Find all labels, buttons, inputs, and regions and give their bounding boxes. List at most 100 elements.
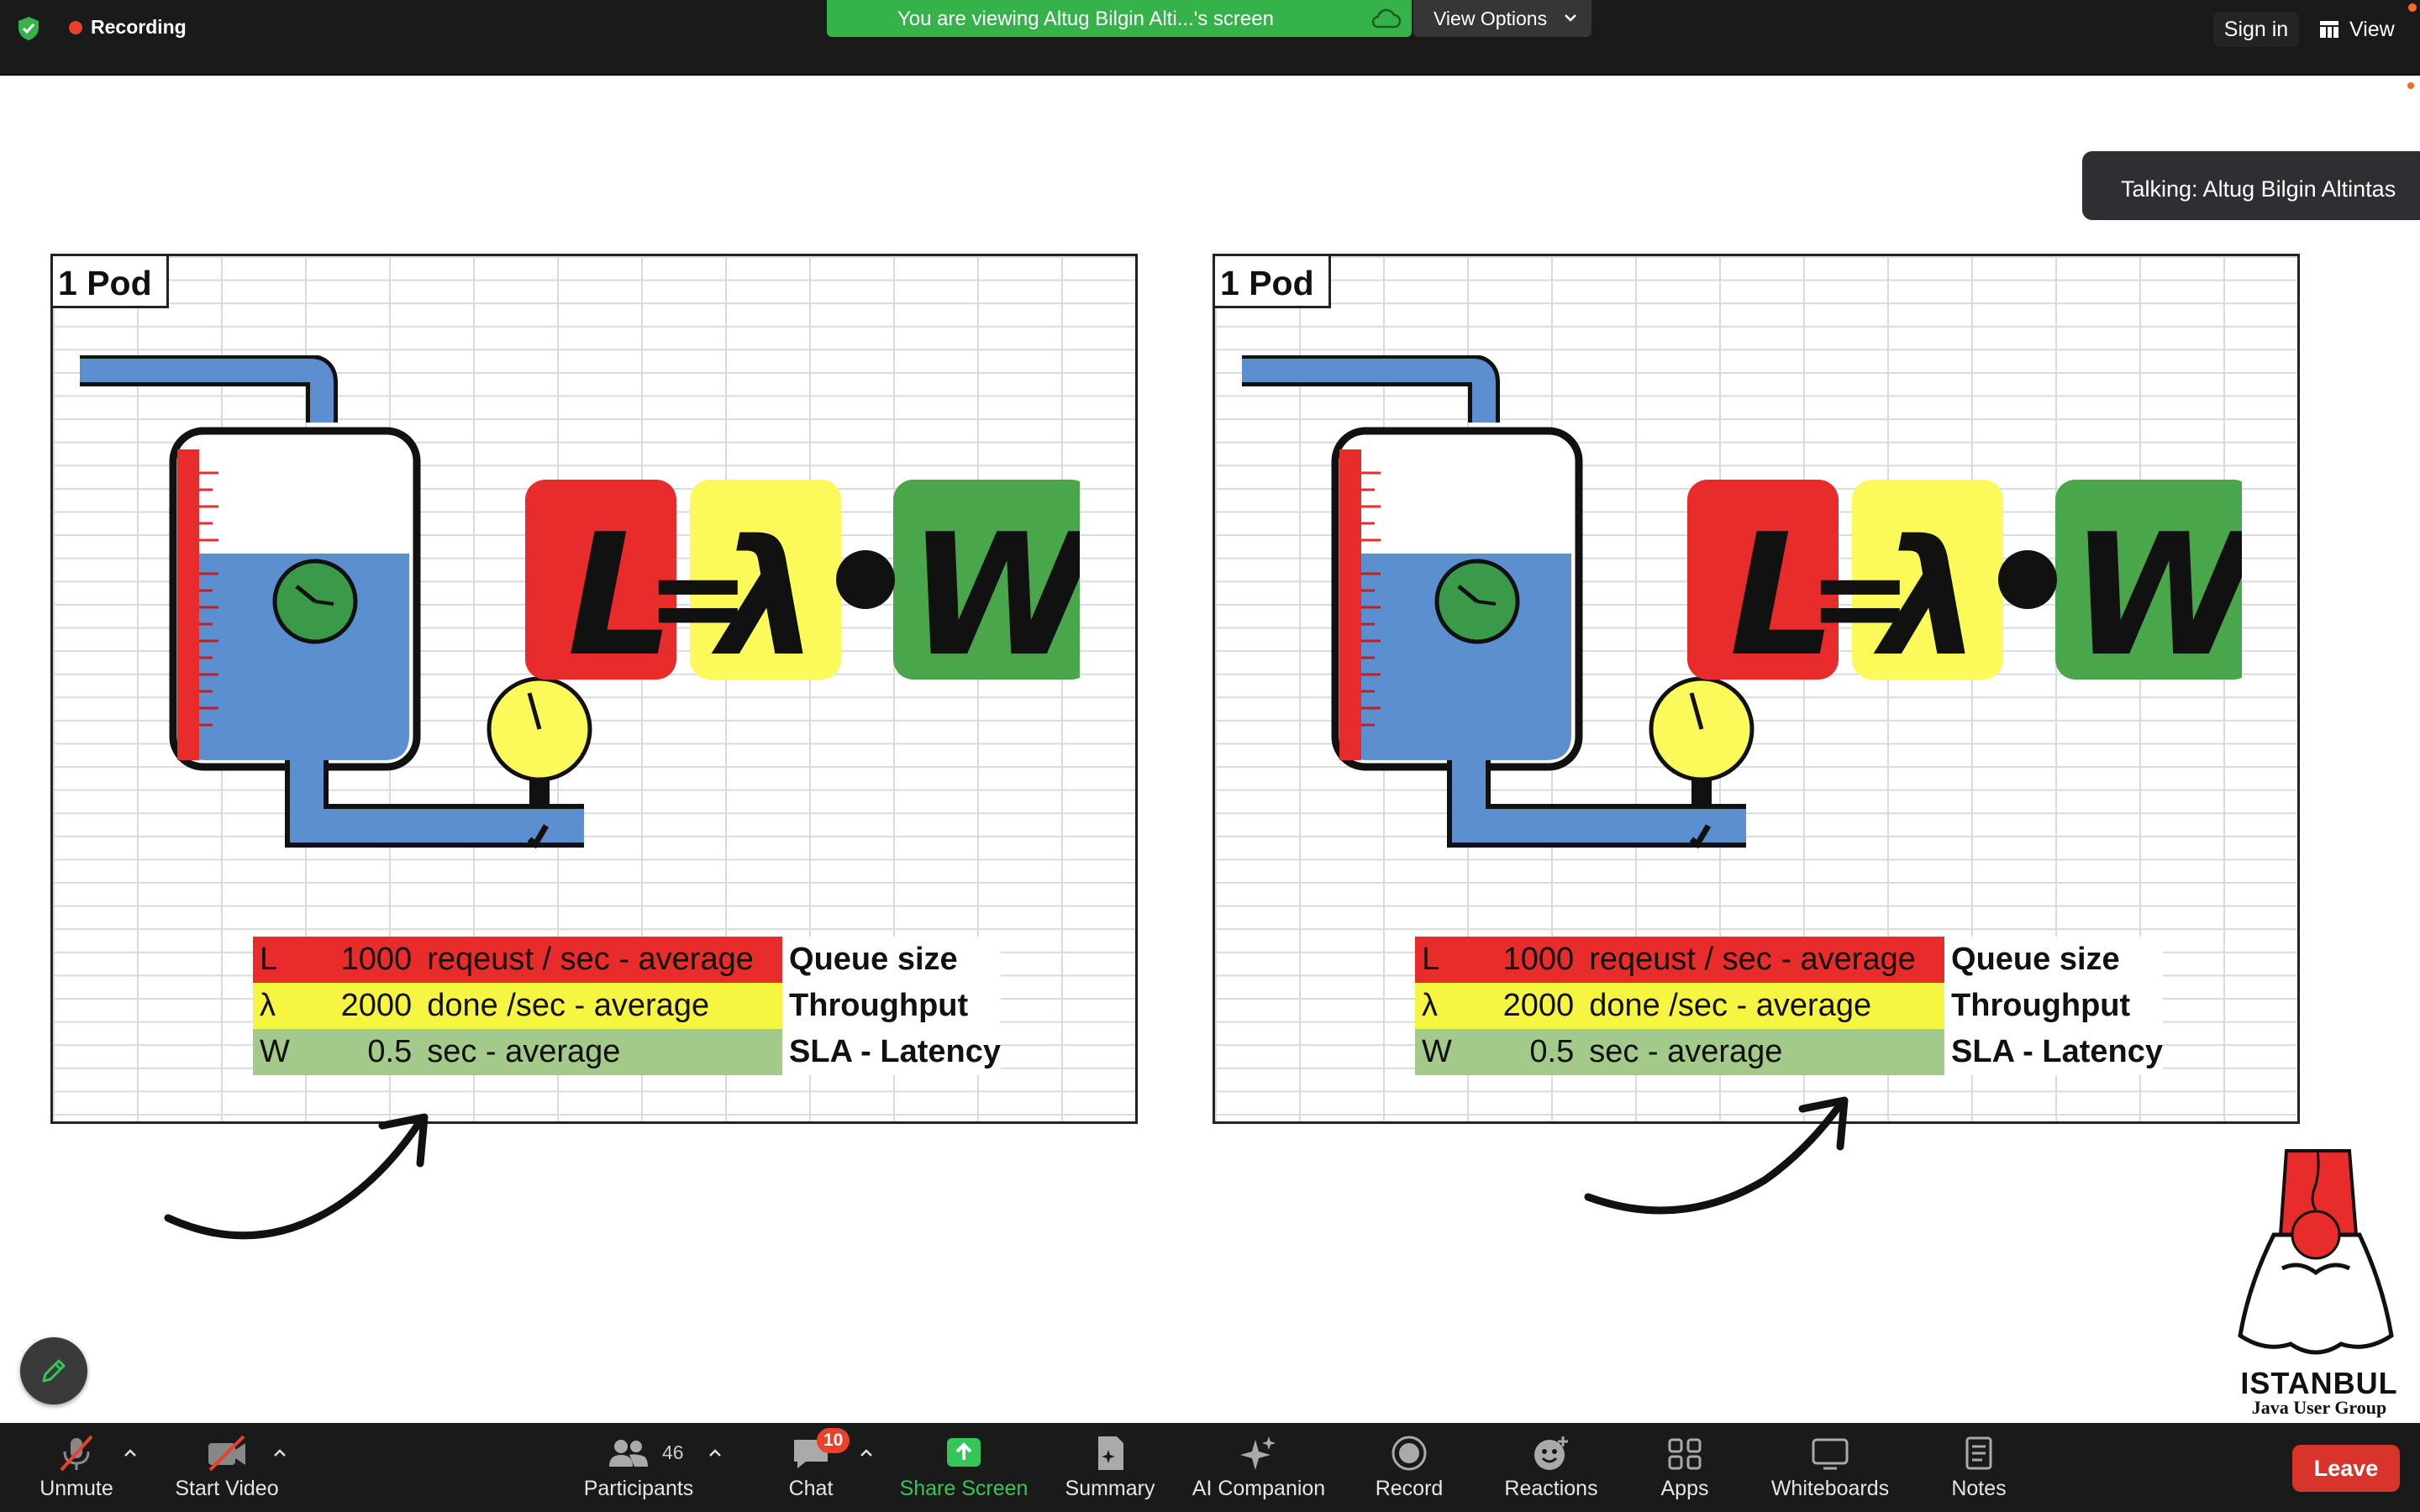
apps-label: Apps <box>1660 1477 1709 1500</box>
table-row: W 0.5 sec - average SLA - Latency <box>1415 1029 2163 1075</box>
logo-title: ISTANBUL <box>2240 1366 2398 1400</box>
summary-label: Summary <box>1065 1477 1155 1500</box>
meeting-toolbar: Unmute Start Video 46 Participants 10 Ch… <box>0 1423 2420 1512</box>
chat-badge: 10 <box>817 1428 850 1453</box>
viewing-banner: You are viewing Altug Bilgin Alti...'s s… <box>827 0 1412 37</box>
pencil-icon <box>42 1359 66 1383</box>
talking-indicator: Talking: Altug Bilgin Altintas <box>2082 151 2420 220</box>
zoom-window: Recording You are viewing Altug Bilgin A… <box>0 0 2420 1512</box>
ai-companion-button[interactable]: AI Companion <box>1186 1423 1331 1512</box>
row-label: Throughput <box>782 983 1001 1029</box>
shield-check-icon[interactable] <box>15 15 42 42</box>
pod-label: 1 Pod <box>53 256 169 308</box>
participants-label: Participants <box>583 1477 694 1500</box>
chevron-up-icon[interactable] <box>271 1446 289 1460</box>
logo-subtitle: Java User Group <box>2251 1397 2387 1418</box>
row-symbol: λ <box>253 983 336 1029</box>
share-screen-label: Share Screen <box>899 1477 1028 1500</box>
view-options-button[interactable]: View Options <box>1413 0 1591 37</box>
unmute-button[interactable]: Unmute <box>25 1423 128 1512</box>
row-symbol: L <box>253 937 336 983</box>
viewing-banner-text: You are viewing Altug Bilgin Alti...'s s… <box>897 8 1274 30</box>
whiteboards-button[interactable]: Whiteboards <box>1761 1423 1899 1512</box>
formula-lambda: λ <box>1873 506 1981 691</box>
row-value: 0.5 <box>1497 1029 1590 1075</box>
row-value: 2000 <box>1497 983 1590 1029</box>
notes-icon <box>1965 1436 1992 1470</box>
slide-right: 1 Pod L = λ W L 1000 reqeust / sec - ave… <box>1213 254 2300 1124</box>
grid-view-icon <box>2320 21 2338 38</box>
curved-arrow-icon <box>1584 1096 1849 1215</box>
whiteboards-label: Whiteboards <box>1770 1477 1890 1500</box>
notification-dot <box>2407 82 2414 89</box>
littles-law-illustration: L = λ W <box>1242 355 2242 849</box>
view-label: View <box>2349 17 2395 41</box>
row-unit: reqeust / sec - average <box>427 937 783 983</box>
row-unit: done /sec - average <box>1589 983 1945 1029</box>
chevron-up-icon[interactable] <box>706 1446 724 1460</box>
slide-left: 1 Pod L = λ W L 1000 reqeust / sec - ave… <box>50 254 1138 1124</box>
summary-button[interactable]: Summary <box>1060 1423 1160 1512</box>
share-screen-icon <box>947 1438 981 1467</box>
annotate-button[interactable] <box>20 1337 87 1404</box>
view-button[interactable]: View <box>2319 12 2395 47</box>
row-value: 1000 <box>335 937 428 983</box>
notification-dot <box>2408 3 2417 12</box>
record-button[interactable]: Record <box>1360 1423 1459 1512</box>
row-unit: sec - average <box>427 1029 783 1075</box>
row-value: 2000 <box>335 983 428 1029</box>
table-row: λ 2000 done /sec - average Throughput <box>253 983 1001 1029</box>
cloud-icon[interactable] <box>1370 7 1402 30</box>
row-label: Queue size <box>1944 937 2163 983</box>
reactions-label: Reactions <box>1504 1477 1598 1500</box>
row-symbol: λ <box>1415 983 1498 1029</box>
whiteboard-icon <box>1812 1438 1849 1470</box>
row-symbol: L <box>1415 937 1498 983</box>
leave-button[interactable]: Leave <box>2292 1445 2400 1492</box>
row-symbol: W <box>253 1029 336 1075</box>
row-label: Queue size <box>782 937 1001 983</box>
top-bar: Recording You are viewing Altug Bilgin A… <box>0 0 2420 76</box>
reactions-button[interactable]: Reactions <box>1492 1423 1610 1512</box>
littles-law-illustration: L = λ W <box>80 355 1080 849</box>
chevron-up-icon[interactable] <box>121 1446 139 1460</box>
view-options-label: View Options <box>1434 8 1548 29</box>
apps-button[interactable]: Apps <box>1647 1423 1723 1512</box>
sparkle-icon <box>1240 1436 1276 1470</box>
notes-button[interactable]: Notes <box>1939 1423 2018 1512</box>
row-value: 0.5 <box>335 1029 428 1075</box>
row-label: SLA - Latency <box>1944 1029 2163 1075</box>
formula-lambda: λ <box>711 506 819 691</box>
video-off-icon <box>208 1435 245 1472</box>
reactions-icon <box>1534 1436 1568 1470</box>
recording-indicator[interactable]: Recording <box>69 16 187 39</box>
row-value: 1000 <box>1497 937 1590 983</box>
start-video-button[interactable]: Start Video <box>168 1423 286 1512</box>
notes-label: Notes <box>1951 1477 2007 1500</box>
table-row: W 0.5 sec - average SLA - Latency <box>253 1029 1001 1075</box>
ai-companion-label: AI Companion <box>1192 1477 1326 1500</box>
row-unit: reqeust / sec - average <box>1589 937 1945 983</box>
recording-label: Recording <box>91 16 187 38</box>
chat-label: Chat <box>788 1477 834 1500</box>
record-dot-icon <box>69 20 82 34</box>
row-unit: sec - average <box>1589 1029 1945 1075</box>
participants-button[interactable]: 46 Participants <box>571 1423 706 1512</box>
row-unit: done /sec - average <box>427 983 783 1029</box>
participants-count: 46 <box>662 1441 684 1463</box>
mic-muted-icon <box>60 1435 93 1472</box>
share-screen-button[interactable]: Share Screen <box>892 1423 1035 1512</box>
summary-icon <box>1098 1436 1123 1470</box>
metrics-table: L 1000 reqeust / sec - average Queue siz… <box>1415 937 2163 1075</box>
row-symbol: W <box>1415 1029 1498 1075</box>
participants-icon <box>609 1440 649 1467</box>
sign-in-button[interactable]: Sign in <box>2213 12 2299 47</box>
record-label: Record <box>1375 1477 1444 1500</box>
chat-button[interactable]: 10 Chat <box>773 1423 850 1512</box>
row-label: Throughput <box>1944 983 2163 1029</box>
curved-arrow-icon <box>164 1113 429 1240</box>
formula-w: W <box>908 498 1080 694</box>
metrics-table: L 1000 reqeust / sec - average Queue siz… <box>253 937 1001 1075</box>
chevron-up-icon[interactable] <box>857 1446 876 1460</box>
formula-w: W <box>2070 498 2242 694</box>
